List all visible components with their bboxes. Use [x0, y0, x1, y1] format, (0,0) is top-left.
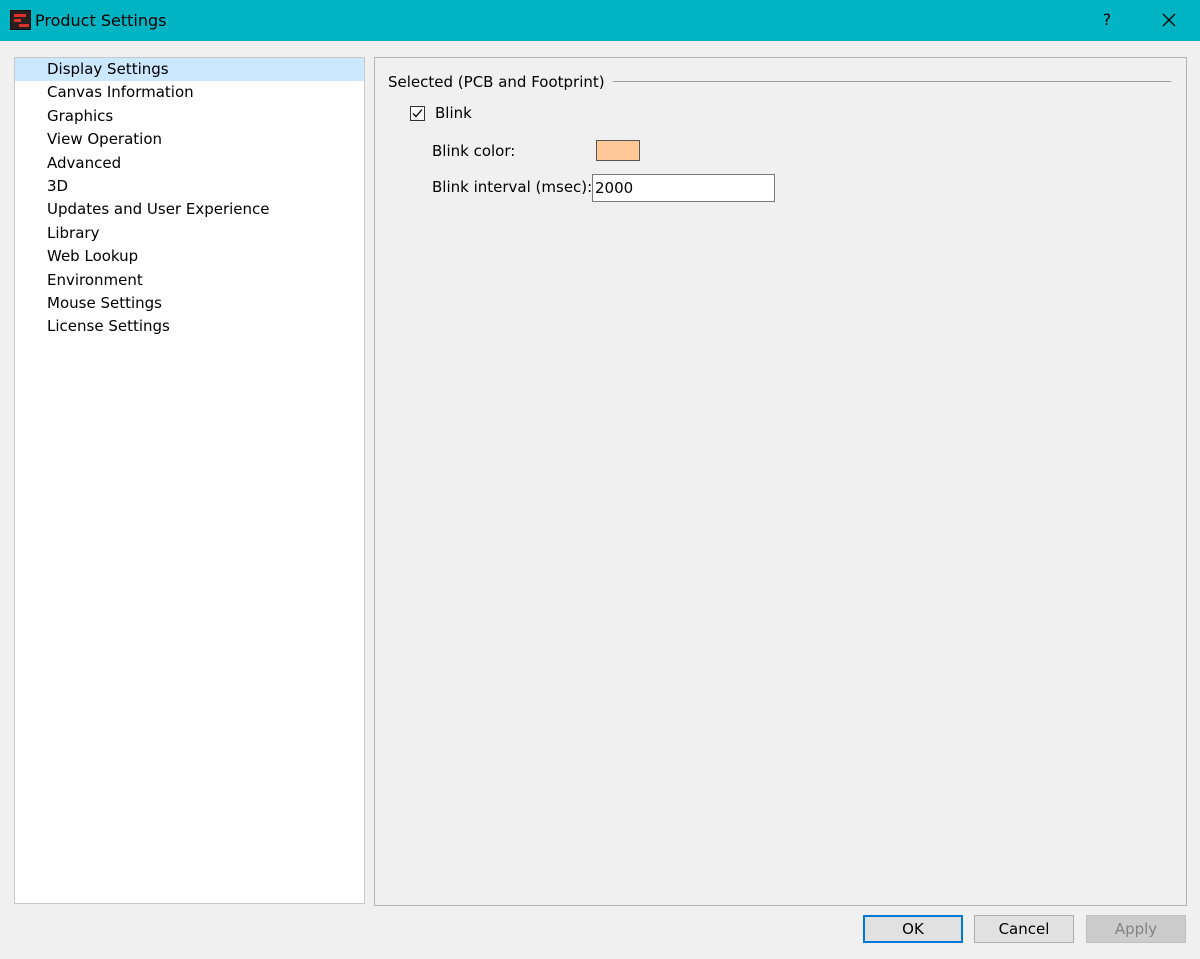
- nav-item-advanced[interactable]: Advanced: [15, 152, 364, 175]
- close-icon: [1162, 13, 1176, 27]
- nav-item-license-settings[interactable]: License Settings: [15, 315, 364, 338]
- group-divider: [607, 81, 1171, 82]
- title-bar: Product Settings ?: [0, 0, 1200, 41]
- blink-interval-label: Blink interval (msec):: [432, 178, 593, 196]
- settings-nav-list: Display Settings Canvas Information Grap…: [15, 58, 364, 339]
- nav-item-web-lookup[interactable]: Web Lookup: [15, 245, 364, 268]
- blink-interval-field[interactable]: [592, 174, 775, 202]
- nav-item-library[interactable]: Library: [15, 222, 364, 245]
- ok-button[interactable]: OK: [863, 915, 963, 943]
- cancel-button[interactable]: Cancel: [974, 915, 1074, 943]
- blink-color-label: Blink color:: [432, 142, 516, 160]
- settings-nav-tree: Display Settings Canvas Information Grap…: [14, 57, 365, 904]
- nav-item-environment[interactable]: Environment: [15, 269, 364, 292]
- nav-item-mouse-settings[interactable]: Mouse Settings: [15, 292, 364, 315]
- apply-button[interactable]: Apply: [1086, 915, 1186, 943]
- nav-item-3d[interactable]: 3D: [15, 175, 364, 198]
- product-settings-dialog: Product Settings ? Display Settings Canv…: [0, 0, 1200, 959]
- blink-label[interactable]: Blink: [435, 104, 472, 122]
- settings-content-panel: Selected (PCB and Footprint) Blink Blink…: [374, 57, 1187, 906]
- app-logo-icon: [10, 10, 31, 30]
- close-button[interactable]: [1152, 4, 1186, 36]
- checkmark-icon: [412, 109, 423, 118]
- nav-item-display-settings[interactable]: Display Settings: [15, 58, 364, 82]
- blink-checkbox[interactable]: [410, 106, 425, 121]
- nav-item-canvas-information[interactable]: Canvas Information: [15, 81, 364, 104]
- nav-item-graphics[interactable]: Graphics: [15, 105, 364, 128]
- nav-item-updates-user-experience[interactable]: Updates and User Experience: [15, 198, 364, 221]
- window-title: Product Settings: [35, 11, 167, 30]
- blink-color-swatch[interactable]: [596, 140, 640, 161]
- nav-item-view-operation[interactable]: View Operation: [15, 128, 364, 151]
- group-title: Selected (PCB and Footprint): [388, 73, 613, 91]
- help-button[interactable]: ?: [1090, 4, 1124, 36]
